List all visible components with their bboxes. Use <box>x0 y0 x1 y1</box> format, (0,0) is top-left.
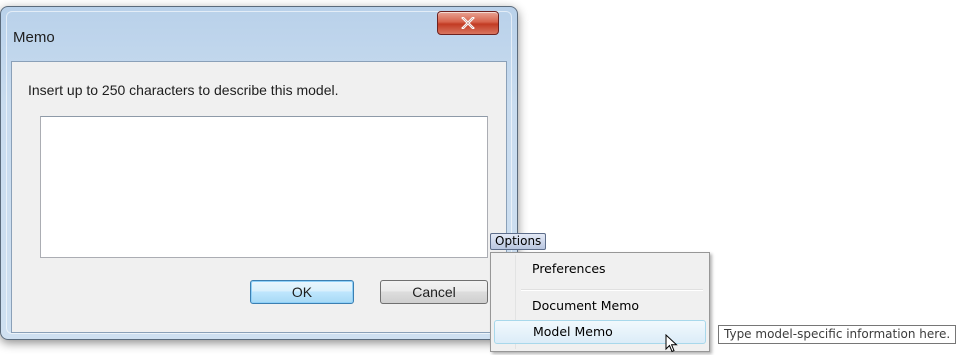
dialog-title: Memo <box>13 29 55 46</box>
memo-textarea[interactable] <box>40 116 488 258</box>
close-icon <box>461 17 475 29</box>
tooltip: Type model-specific information here. <box>718 325 957 344</box>
memo-dialog: Memo Insert up to 250 characters to desc… <box>0 6 518 340</box>
close-button[interactable] <box>437 11 499 35</box>
cancel-button[interactable]: Cancel <box>380 280 488 304</box>
instruction-text: Insert up to 250 characters to describe … <box>28 82 339 98</box>
menu-item-preferences[interactable]: Preferences <box>494 258 706 282</box>
dialog-client-area: Insert up to 250 characters to describe … <box>11 61 507 333</box>
options-menu-tab[interactable]: Options <box>490 233 547 250</box>
menu-separator <box>521 289 703 291</box>
ok-button[interactable]: OK <box>250 280 354 304</box>
menu-item-document-memo[interactable]: Document Memo <box>494 295 706 319</box>
mouse-cursor-icon <box>665 334 678 353</box>
